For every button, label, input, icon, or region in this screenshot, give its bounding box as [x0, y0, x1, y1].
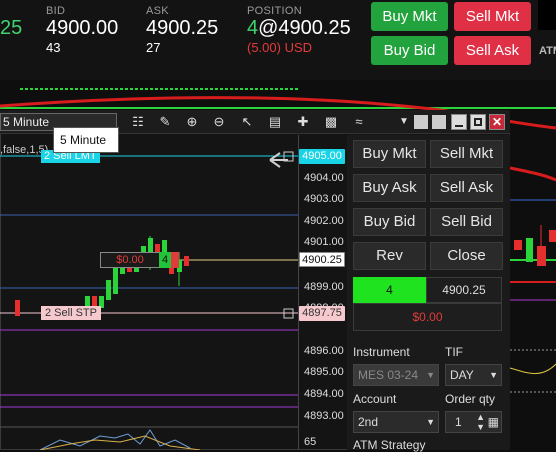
instrument-label: Instrument — [353, 345, 410, 359]
order-qty-label: Order qty — [445, 392, 496, 406]
y-tick: 4903.00 — [304, 193, 344, 205]
position-close-tab[interactable] — [171, 252, 179, 268]
tile-icon-2[interactable] — [432, 115, 446, 129]
instrument-select[interactable]: MES 03-24 ▼ — [353, 364, 439, 386]
position-value: 4@4900.25 — [247, 17, 351, 40]
ask-size: 27 — [146, 40, 161, 55]
data-box-icon[interactable]: ▤ — [266, 113, 284, 131]
tif-label: TIF — [445, 345, 463, 359]
draw-pencil-icon[interactable]: ✎ — [156, 113, 174, 131]
candle — [184, 256, 189, 266]
last-price-partial: 25 — [0, 17, 23, 39]
position-pnl-label: $0.00 — [100, 252, 160, 268]
bid-value: 4900.00 — [46, 17, 119, 39]
price-plot — [0, 151, 298, 450]
atm-label-partial: ATM — [539, 45, 556, 57]
ask-value: 4900.25 — [146, 17, 219, 39]
stop-price-label: 4897.75 — [299, 306, 345, 321]
tif-value: DAY — [450, 368, 474, 382]
tile-icon[interactable] — [414, 115, 428, 129]
calculator-icon[interactable]: ▦ — [488, 412, 499, 432]
indicator-line-2 — [39, 435, 201, 450]
panel-buy-mkt-button[interactable]: Buy Mkt — [353, 140, 426, 168]
bg-yellow-curve — [509, 363, 556, 374]
zoom-out-icon[interactable]: ⊖ — [210, 113, 228, 131]
bg-candle — [514, 240, 522, 250]
y-tick: 4896.00 — [304, 345, 344, 357]
timeframe-tooltip: 5 Minute — [53, 127, 119, 153]
panel-position-qty: 4 — [353, 277, 426, 303]
candle — [15, 300, 20, 316]
stop-order-label[interactable]: 2 Sell STP — [41, 306, 101, 320]
chevron-down-icon[interactable]: ▼ — [395, 113, 413, 131]
position-qty: 4 — [247, 17, 259, 39]
panel-close-button[interactable]: Close — [430, 242, 503, 270]
panel-buy-ask-button[interactable]: Buy Ask — [353, 174, 426, 202]
bg-candle — [526, 238, 533, 262]
order-qty-stepper[interactable]: 1 ▲ ▼ ▦ — [445, 411, 502, 433]
account-select[interactable]: 2nd ▼ — [353, 411, 439, 433]
minimize-icon[interactable] — [451, 114, 467, 130]
candle — [106, 280, 111, 300]
bid-size: 43 — [46, 40, 61, 55]
bid-label: BID — [46, 5, 66, 17]
position-pnl: (5.00) USD — [247, 40, 313, 55]
y-tick: 65 — [304, 436, 317, 448]
position-qty-label: 4 — [159, 252, 171, 268]
close-icon[interactable]: ✕ — [489, 114, 505, 130]
stepper-arrows-icon[interactable]: ▲ ▼ — [476, 412, 485, 432]
panel-position-price: 4900.25 — [426, 277, 502, 303]
templates-icon[interactable]: ▩ — [322, 113, 340, 131]
indicator-line — [39, 429, 191, 450]
ask-label: ASK — [146, 5, 169, 17]
bar-type-icon[interactable]: ☷ — [129, 113, 147, 131]
panel-sell-mkt-button[interactable]: Sell Mkt — [430, 140, 503, 168]
bg-red-curve-right — [509, 166, 556, 182]
candle — [113, 264, 118, 294]
last-price-label: 4900.25 — [299, 252, 345, 267]
y-tick: 4904.00 — [304, 172, 344, 184]
crosshair-icon[interactable]: ✚ — [294, 113, 312, 131]
y-tick: 4901.00 — [304, 236, 344, 248]
panel-buy-bid-button[interactable]: Buy Bid — [353, 208, 426, 236]
bg-candle — [549, 230, 556, 242]
panel-sell-ask-button[interactable]: Sell Ask — [430, 174, 503, 202]
maximize-icon[interactable] — [470, 114, 486, 130]
sell-ask-button[interactable]: Sell Ask — [454, 36, 531, 65]
instrument-value: MES 03-24 — [358, 368, 419, 382]
bg-candle — [537, 246, 546, 266]
quote-bar: 25 BID 4900.00 43 ASK 4900.25 27 POSITIO… — [0, 0, 556, 80]
y-tick: 4893.00 — [304, 410, 344, 422]
y-tick: 4899.00 — [304, 281, 344, 293]
y-tick: 4902.00 — [304, 215, 344, 227]
order-qty-value: 1 — [455, 415, 462, 429]
position-price: @4900.25 — [258, 17, 351, 39]
chevron-down-icon: ▼ — [426, 370, 435, 380]
chevron-down-icon: ▼ — [426, 417, 435, 427]
pointer-icon[interactable]: ↖ — [238, 113, 256, 131]
buy-mkt-button[interactable]: Buy Mkt — [371, 2, 448, 31]
zoom-in-icon[interactable]: ⊕ — [183, 113, 201, 131]
panel-sell-bid-button[interactable]: Sell Bid — [430, 208, 503, 236]
panel-position-pnl: $0.00 — [353, 303, 502, 331]
strategies-icon[interactable]: ≈ — [350, 113, 368, 131]
position-label: POSITION — [247, 5, 302, 17]
panel-rev-button[interactable]: Rev — [353, 242, 426, 270]
limit-price-label: 4905.00 — [299, 149, 345, 164]
chevron-down-icon: ▼ — [489, 370, 498, 380]
y-tick: 4895.00 — [304, 366, 344, 378]
tif-select[interactable]: DAY ▼ — [445, 364, 502, 386]
buy-bid-button[interactable]: Buy Bid — [371, 36, 448, 65]
overflow-box — [538, 0, 556, 30]
sell-mkt-button[interactable]: Sell Mkt — [454, 2, 531, 31]
candle — [92, 296, 97, 306]
y-tick: 4894.00 — [304, 388, 344, 400]
drag-arrow-icon[interactable] — [269, 152, 288, 168]
candles — [15, 236, 189, 316]
account-value: 2nd — [358, 415, 379, 429]
account-label: Account — [353, 392, 397, 406]
